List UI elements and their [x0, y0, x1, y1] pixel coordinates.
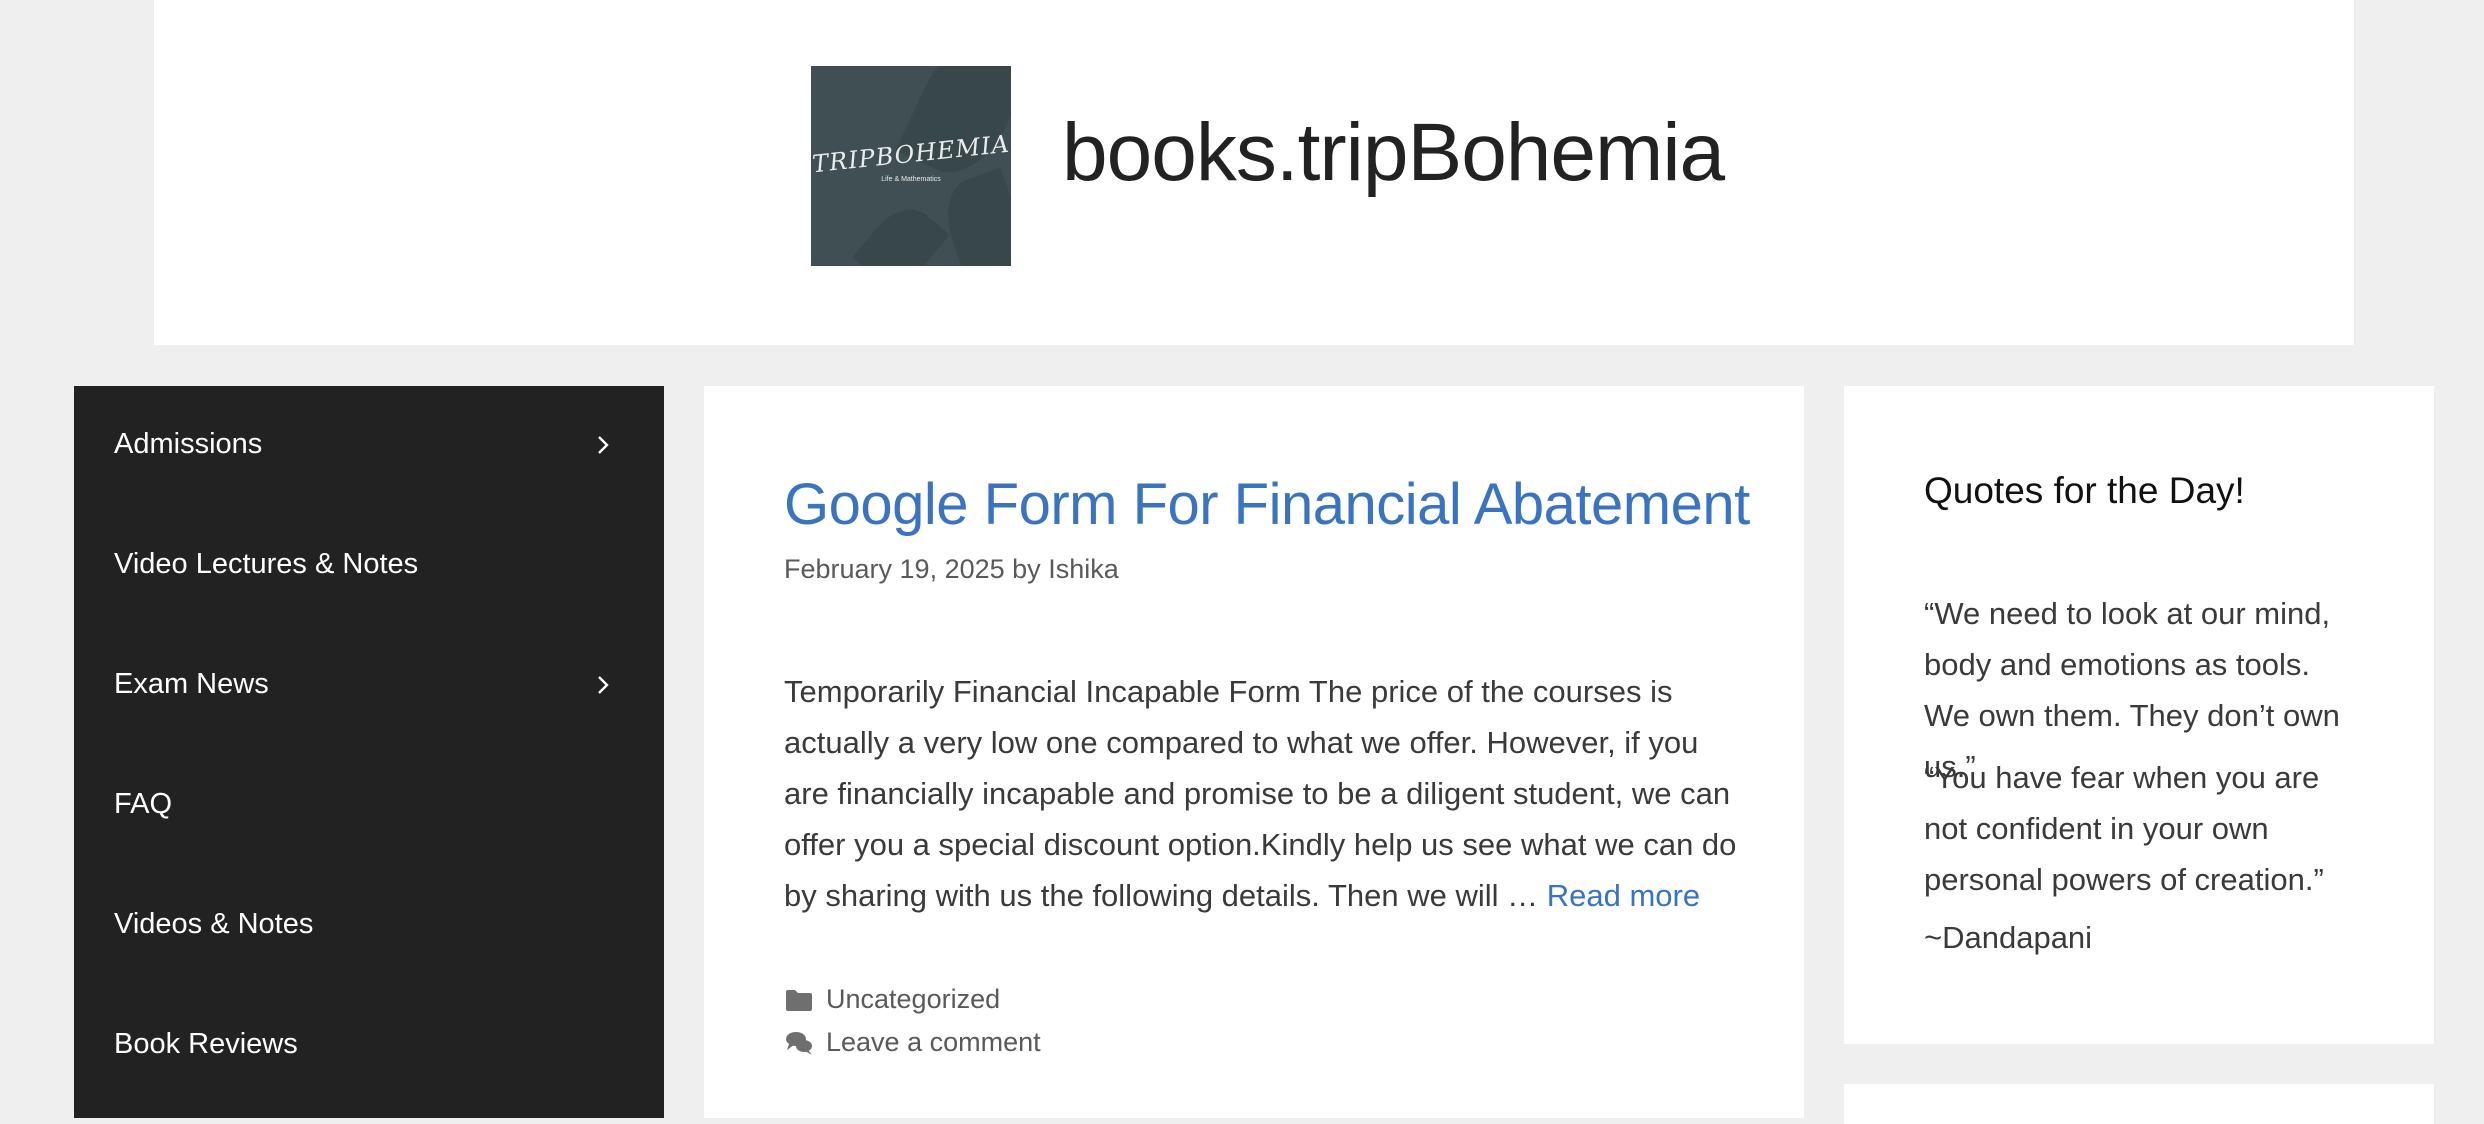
chevron-right-icon[interactable]	[592, 674, 614, 696]
nav-item-faq[interactable]: FAQ	[74, 746, 664, 866]
quote-text: “You have fear when you are not confiden…	[1924, 760, 2324, 897]
post-date[interactable]: February 19, 2025	[784, 554, 1005, 584]
post-excerpt: Temporarily Financial Incapable Form The…	[784, 666, 1744, 921]
nav-item-admissions[interactable]: Admissions	[74, 386, 664, 506]
site-title[interactable]: books.tripBohemia	[1062, 112, 1725, 194]
nav-item-label: Book Reviews	[114, 1028, 298, 1060]
quote-attribution: ~Dandapani	[1924, 920, 2093, 955]
nav-item-label: FAQ	[114, 788, 173, 820]
nav-item-label: Videos & Notes	[114, 908, 314, 940]
nav-item-videos-notes[interactable]: Videos & Notes	[74, 866, 664, 986]
secondary-widget	[1844, 1084, 2434, 1124]
post-by-text: by	[1012, 554, 1041, 584]
main-content: Google Form For Financial Abatement Febr…	[704, 386, 1804, 1118]
logo-tagline: Life & Mathematics	[881, 176, 941, 183]
nav-item-label: Video Lectures & Notes	[114, 548, 419, 580]
post-author-link[interactable]: Ishika	[1048, 554, 1119, 584]
folder-icon	[786, 989, 812, 1011]
chevron-right-icon[interactable]	[592, 434, 614, 456]
nav-item-exam-news[interactable]: Exam News	[74, 626, 664, 746]
post-footer: Uncategorized Leave a comment	[784, 978, 1041, 1064]
site-logo[interactable]: TRIPBOHEMIA Life & Mathematics	[811, 66, 1011, 266]
post-comment-row: Leave a comment	[784, 1021, 1041, 1064]
nav-item-label: Exam News	[114, 668, 269, 700]
comments-icon	[786, 1031, 812, 1055]
nav-item-label: Admissions	[114, 428, 263, 460]
nav-item-video-lectures-notes[interactable]: Video Lectures & Notes	[74, 506, 664, 626]
site-header: TRIPBOHEMIA Life & Mathematics books.tri…	[154, 0, 2354, 345]
leave-comment-link[interactable]: Leave a comment	[826, 1027, 1041, 1058]
nav-item-book-reviews[interactable]: Book Reviews	[74, 986, 664, 1106]
post-meta: February 19, 2025 by Ishika	[784, 554, 1119, 585]
post-category-row: Uncategorized	[784, 978, 1041, 1021]
side-navigation: Admissions Video Lectures & Notes Exam N…	[74, 386, 664, 1118]
logo-leaf-decoration	[852, 196, 950, 266]
quotes-widget: Quotes for the Day! “We need to look at …	[1844, 386, 2434, 1044]
widget-title: Quotes for the Day!	[1924, 470, 2245, 511]
post-title-link[interactable]: Google Form For Financial Abatement	[784, 470, 1750, 540]
read-more-link[interactable]: Read more	[1547, 878, 1700, 913]
post-category-link[interactable]: Uncategorized	[826, 984, 1000, 1015]
